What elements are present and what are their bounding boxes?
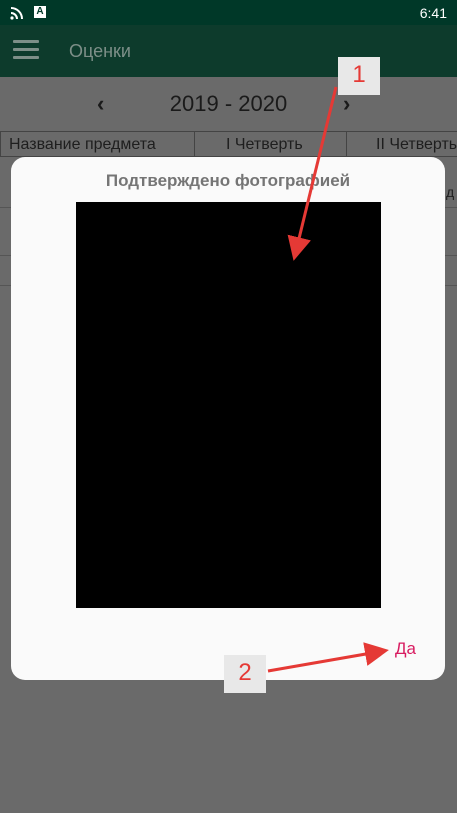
annotation-badge-2: 2: [224, 655, 266, 693]
annotation-arrow-1: [287, 86, 338, 261]
annotation-arrow-2: [267, 642, 389, 673]
annotation-badge-1: 1: [338, 57, 380, 95]
